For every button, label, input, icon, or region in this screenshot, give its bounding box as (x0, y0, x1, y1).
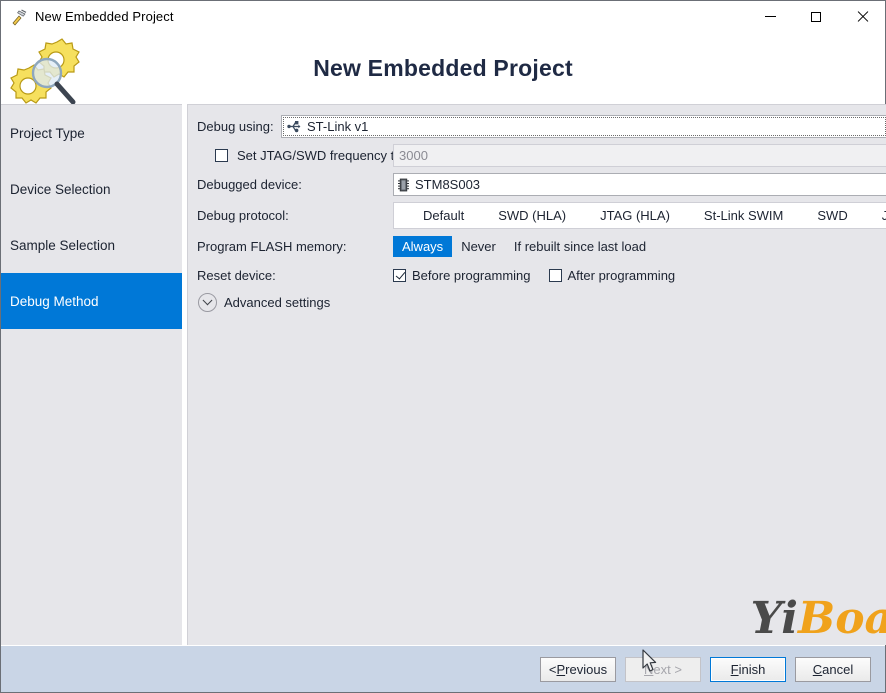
reset-device-row: Reset device: Before programming After p… (197, 264, 886, 287)
previous-button-post: revious (565, 661, 608, 677)
minimize-button[interactable] (747, 1, 793, 32)
sidebar-item-sample-selection[interactable]: Sample Selection (1, 217, 182, 273)
sidebar-item-project-type[interactable]: Project Type (1, 105, 182, 161)
tab-protocol-jtag[interactable]: JTAG (865, 203, 886, 228)
next-button[interactable]: Next > (625, 656, 701, 682)
wizard-steps-sidebar: Project Type Device Selection Sample Sel… (1, 104, 182, 645)
set-frequency-label: Set JTAG/SWD frequency to: (237, 148, 406, 163)
debug-using-combobox[interactable]: ST-Link v1 (281, 115, 886, 138)
maximize-button[interactable] (793, 1, 839, 32)
tab-protocol-stlink-swim[interactable]: St-Link SWIM (687, 203, 800, 228)
jtag-frequency-row: Set JTAG/SWD frequency to: 3000 KHz (197, 144, 886, 167)
finish-button[interactable]: Finish (710, 656, 786, 682)
program-flash-options: Always Never If rebuilt since last load (393, 236, 886, 257)
minimize-icon (764, 16, 776, 17)
sidebar-item-device-selection[interactable]: Device Selection (1, 161, 182, 217)
reset-before-programming-label: Before programming (412, 268, 531, 283)
dialog-header: New Embedded Project (1, 32, 885, 105)
previous-button-pre: < (548, 661, 557, 677)
tab-protocol-jtag-hla[interactable]: JTAG (HLA) (583, 203, 687, 228)
gears-magnifier-icon (9, 28, 95, 108)
frequency-value: 3000 (399, 148, 428, 163)
dialog-body: Project Type Device Selection Sample Sel… (1, 104, 886, 645)
advanced-settings-toggle[interactable]: Advanced settings (198, 293, 886, 312)
debug-using-row: Debug using: ST-Link v1 (197, 115, 886, 138)
tab-protocol-default[interactable]: Default (406, 203, 481, 228)
advanced-settings-label: Advanced settings (224, 295, 331, 310)
watermark: YiBoard (751, 597, 886, 641)
finish-button-post: inish (738, 661, 766, 677)
reset-before-programming-group[interactable]: Before programming (393, 268, 531, 283)
sidebar-item-debug-method[interactable]: Debug Method (1, 273, 182, 329)
hammer-icon (10, 8, 28, 26)
debugged-device-row: Debugged device: STM8S003 (197, 173, 886, 196)
finish-button-mnemonic: F (730, 661, 739, 677)
title-bar: New Embedded Project (1, 1, 885, 32)
maximize-icon (811, 11, 821, 22)
previous-button[interactable]: < Previous (540, 656, 616, 682)
sidebar-item-label: Sample Selection (10, 237, 116, 253)
cancel-button-mnemonic: C (812, 661, 823, 677)
cancel-button-post: ancel (822, 661, 854, 677)
reset-after-programming-checkbox[interactable] (548, 269, 562, 282)
dialog-footer: < Previous Next > Finish Cancel (1, 645, 885, 692)
next-button-post: ext > (653, 661, 682, 677)
chip-icon (398, 178, 409, 192)
debugged-device-value: STM8S003 (415, 177, 481, 192)
reset-after-programming-group[interactable]: After programming (548, 268, 676, 283)
usb-icon (287, 120, 302, 133)
reset-device-label: Reset device: (197, 268, 276, 283)
debug-protocol-tabs: Default SWD (HLA) JTAG (HLA) St-Link SWI… (393, 202, 886, 229)
tab-protocol-swd-hla[interactable]: SWD (HLA) (481, 203, 583, 228)
debug-using-value: ST-Link v1 (307, 119, 369, 134)
frequency-input[interactable]: 3000 (393, 144, 886, 167)
close-icon (856, 11, 868, 23)
tab-protocol-swd[interactable]: SWD (800, 203, 864, 228)
next-button-mnemonic: N (644, 661, 654, 677)
program-flash-label: Program FLASH memory: (197, 239, 347, 254)
debugged-device-dropdown[interactable]: STM8S003 (393, 173, 886, 196)
reset-after-programming-label: After programming (567, 268, 676, 283)
watermark-part2: Board (798, 593, 886, 644)
debug-method-panel: Debug using: ST-Link v1 Set JTAG/SWD fre… (187, 104, 886, 645)
flash-option-if-rebuilt[interactable]: If rebuilt since last load (505, 236, 655, 257)
sidebar-item-label: Device Selection (10, 181, 111, 197)
debug-protocol-label: Debug protocol: (197, 208, 289, 223)
program-flash-row: Program FLASH memory: Always Never If re… (197, 235, 886, 258)
new-embedded-project-window: New Embedded Project New Embedded Projec… (0, 0, 886, 693)
close-button[interactable] (839, 1, 885, 32)
flash-option-never[interactable]: Never (452, 236, 505, 257)
window-title: New Embedded Project (35, 9, 174, 24)
debug-protocol-row: Debug protocol: Default SWD (HLA) JTAG (… (197, 202, 886, 229)
window-controls (747, 1, 885, 32)
reset-before-programming-checkbox[interactable] (393, 269, 406, 282)
cancel-button[interactable]: Cancel (795, 656, 871, 682)
flash-option-always[interactable]: Always (393, 236, 453, 257)
debugged-device-label: Debugged device: (197, 177, 302, 192)
watermark-part1: Yi (750, 593, 798, 644)
debug-using-value-area: ST-Link v1 (283, 117, 886, 136)
debug-using-label: Debug using: (197, 119, 274, 134)
previous-button-mnemonic: P (556, 661, 566, 677)
page-title: New Embedded Project (313, 54, 573, 81)
sidebar-item-label: Project Type (10, 125, 85, 141)
set-frequency-checkbox[interactable] (215, 149, 228, 162)
chevron-down-circle-icon (198, 293, 217, 312)
sidebar-item-label: Debug Method (10, 293, 99, 309)
